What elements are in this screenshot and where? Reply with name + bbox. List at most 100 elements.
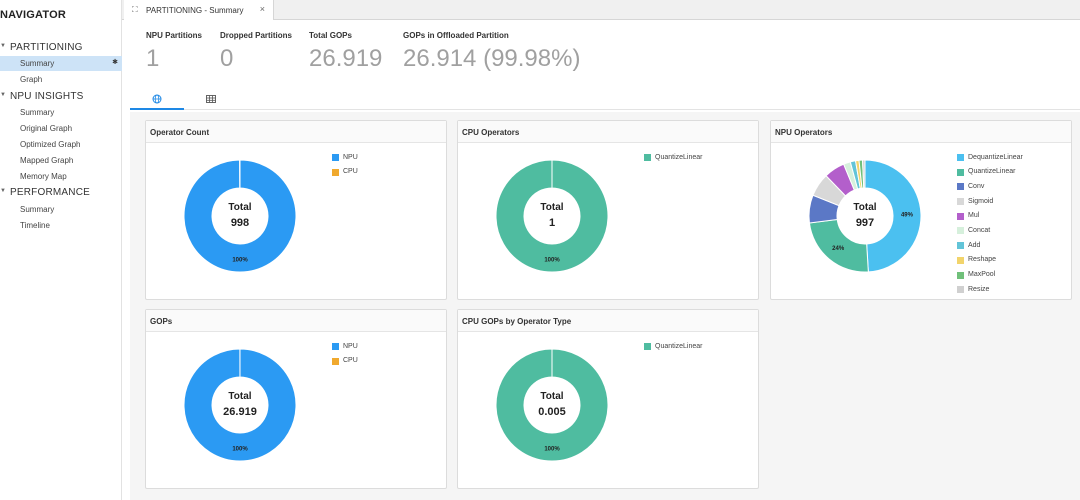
card-gops: GOPs 100% Total 26.919 NPU CPU (145, 309, 447, 489)
legend-swatch (957, 198, 964, 206)
legend-swatch (957, 154, 964, 161)
nav-item-label: Summary (20, 108, 55, 117)
legend-swatch (957, 286, 964, 294)
card-operator-count: Operator Count 100% Total 998 NPU CPU (145, 120, 447, 300)
navigator-sidebar: NAVIGATOR ▼ PARTITIONING Summary ✱ Graph… (0, 0, 122, 500)
slice-percent-label: 100% (232, 447, 248, 453)
nav-item-partitioning-graph[interactable]: Graph (0, 72, 122, 87)
slice-quantizelinear[interactable] (495, 159, 609, 273)
legend-label: Resize (968, 285, 990, 293)
donut-center-value: 998 (231, 217, 249, 229)
editor-tab-bar: ⛶ PARTITIONING - Summary × (122, 0, 1080, 20)
legend-label: Conv (968, 182, 985, 190)
nav-section-partitioning[interactable]: ▼ PARTITIONING (0, 41, 122, 55)
nav-item-optimized-graph[interactable]: Optimized Graph (0, 137, 122, 152)
card-title: Operator Count (146, 121, 446, 143)
donut-center-label: Total (228, 391, 251, 402)
nav-item-label: Original Graph (20, 124, 73, 133)
slice-percent-label: 100% (544, 258, 560, 264)
donut-center-value: 1 (549, 217, 555, 229)
collapse-caret-icon[interactable]: ▼ (0, 188, 6, 194)
legend-label: CPU (343, 168, 358, 176)
nav-item-memory-map[interactable]: Memory Map (0, 169, 122, 184)
donut-chart: 100% Total 998 (183, 159, 297, 273)
legend-swatch (957, 242, 964, 250)
nav-item-mapped-graph[interactable]: Mapped Graph (0, 153, 122, 168)
legend-swatch (957, 212, 964, 220)
card-cpu-operators: CPU Operators 100% Total 1 QuantizeLinear (457, 120, 759, 300)
slice-percent-label: 100% (232, 258, 248, 264)
legend-swatch (332, 168, 339, 176)
legend-swatch (644, 343, 651, 350)
legend-label: Reshape (968, 256, 997, 264)
slice-quantizelinear[interactable] (495, 348, 609, 462)
legend-label: NPU (343, 342, 358, 350)
tab-table-view[interactable] (184, 88, 238, 110)
tab-label: PARTITIONING - Summary (146, 6, 244, 15)
card-title: GOPs (146, 310, 446, 332)
donut-center-label: Total (853, 202, 876, 213)
nav-item-performance-summary[interactable]: Summary (0, 202, 122, 217)
donut-center-label: Total (540, 202, 563, 213)
tab-partitioning-summary[interactable]: ⛶ PARTITIONING - Summary × (124, 0, 274, 20)
donut-chart: 100% Total 0.005 (495, 348, 609, 462)
legend-swatch (644, 154, 651, 161)
legend-label: NPU (343, 153, 358, 161)
collapse-caret-icon[interactable]: ▼ (0, 92, 6, 98)
stat-dropped-partitions: Dropped Partitions 0 (220, 31, 292, 73)
legend-label: Concat (968, 226, 991, 234)
slice-percent-label: 24% (832, 246, 845, 252)
legend-label: Sigmoid (968, 197, 994, 205)
nav-item-partitioning-summary[interactable]: Summary ✱ (0, 56, 122, 71)
stat-value: 26.919 (309, 45, 383, 72)
tab-chart-view[interactable] (130, 88, 184, 110)
stat-npu-partitions: NPU Partitions 1 (146, 31, 202, 73)
stat-label: NPU Partitions (146, 31, 203, 40)
nav-item-label: Timeline (20, 221, 50, 230)
legend-swatch (957, 271, 964, 279)
nav-section-performance[interactable]: ▼ PERFORMANCE (0, 186, 122, 200)
card-cpu-gops-by-type: CPU GOPs by Operator Type 100% Total 0.005 Q… (457, 309, 759, 489)
donut-chart: 100% Total 1 (495, 159, 609, 273)
nav-item-npu-summary[interactable]: Summary (0, 105, 122, 120)
donut-chart: 100% Total 26.919 (183, 348, 297, 462)
legend-label: QuantizeLinear (655, 342, 703, 350)
legend-swatch (957, 256, 964, 264)
nav-item-label: Memory Map (20, 172, 67, 181)
legend-label: DequantizeLinear (968, 153, 1023, 161)
legend-swatch (957, 168, 964, 176)
nav-item-label: Summary (20, 205, 55, 214)
card-title: CPU GOPs by Operator Type (458, 310, 758, 332)
close-icon[interactable]: × (260, 4, 265, 14)
stat-value: 0 (220, 45, 234, 72)
stat-label: Dropped Partitions (220, 31, 293, 40)
nav-item-original-graph[interactable]: Original Graph (0, 121, 122, 136)
card-title: NPU Operators (771, 121, 1071, 143)
nav-section-label: NPU INSIGHTS (10, 91, 84, 102)
nav-section-npu-insights[interactable]: ▼ NPU INSIGHTS (0, 90, 122, 104)
legend-swatch (957, 227, 964, 235)
globe-icon (152, 94, 162, 104)
legend-label: MaxPool (968, 271, 996, 278)
legend-swatch (332, 343, 339, 350)
legend-label: QuantizeLinear (968, 168, 1016, 176)
stat-gops-offloaded: GOPs in Offloaded Partition 26.914 (99.9… (403, 31, 580, 73)
legend-swatch (332, 357, 339, 365)
nav-item-label: Optimized Graph (20, 140, 81, 149)
nav-item-timeline[interactable]: Timeline (0, 218, 122, 233)
legend-label: CPU (343, 357, 358, 365)
nav-item-label: Graph (20, 75, 43, 84)
stat-value: 26.914 (99.98%) (403, 45, 581, 72)
nav-item-label: Summary (20, 59, 55, 68)
legend-swatch (957, 183, 964, 191)
legend-swatch (332, 154, 339, 161)
app-window: NAVIGATOR ▼ PARTITIONING Summary ✱ Graph… (0, 0, 1080, 500)
collapse-caret-icon[interactable]: ▼ (0, 43, 6, 49)
nav-section-label: PARTITIONING (10, 42, 83, 53)
charts-panel: Operator Count 100% Total 998 NPU CPU CPU Ope… (130, 112, 1080, 500)
donut-center-label: Total (540, 391, 563, 402)
card-npu-operators: NPU Operators 49% 24% Total 997 DequantizeLin… (770, 120, 1072, 300)
navigator-title: NAVIGATOR (0, 9, 66, 21)
legend-label: QuantizeLinear (655, 153, 703, 161)
nav-item-label: Mapped Graph (20, 156, 74, 165)
